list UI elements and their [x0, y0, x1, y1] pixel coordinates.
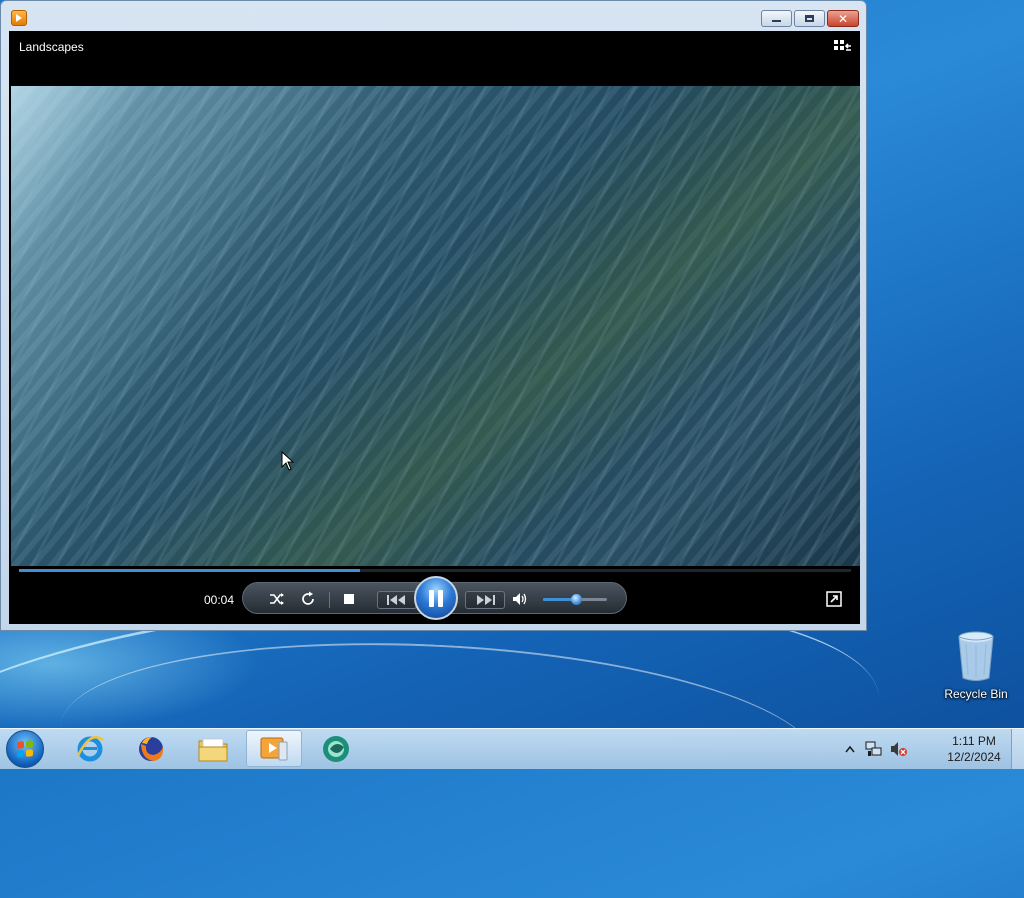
- clock[interactable]: 1:11 PM 12/2/2024: [940, 733, 1008, 765]
- shuffle-button[interactable]: [267, 590, 287, 608]
- pause-icon-bar: [438, 589, 443, 607]
- taskbar-firefox[interactable]: [123, 730, 179, 767]
- close-icon: ✕: [837, 11, 849, 26]
- taskbar-windows-explorer[interactable]: [185, 730, 241, 767]
- previous-button[interactable]: [377, 591, 417, 609]
- shuffle-icon: [270, 593, 284, 605]
- pause-icon: [429, 589, 434, 607]
- minimize-button[interactable]: [761, 10, 792, 27]
- switch-to-library-icon: [834, 40, 851, 51]
- taskbar-internet-explorer[interactable]: [62, 730, 118, 767]
- maximize-icon: [805, 15, 814, 22]
- repeat-icon: [302, 591, 314, 605]
- maximize-button[interactable]: [794, 10, 825, 27]
- volume-slider[interactable]: [543, 594, 607, 605]
- next-icon: [477, 595, 495, 605]
- media-player-icon: [260, 737, 288, 760]
- folder-icon: [198, 738, 228, 761]
- repeat-button[interactable]: [298, 590, 318, 608]
- recycle-bin-label: Recycle Bin: [944, 687, 1008, 701]
- mute-button[interactable]: [510, 590, 530, 608]
- pause-button[interactable]: [414, 576, 458, 620]
- recycle-bin-shortcut[interactable]: Recycle Bin: [940, 630, 1012, 701]
- clock-time: 1:11 PM: [952, 734, 996, 748]
- window-controls: ✕: [761, 10, 859, 27]
- elapsed-time: 00:04: [204, 593, 235, 607]
- chevron-up-icon: [845, 745, 855, 753]
- speaker-icon: [513, 593, 527, 605]
- network-tray-button[interactable]: [864, 740, 884, 758]
- recycle-bin-icon: [958, 631, 994, 681]
- taskbar-other-app[interactable]: [308, 730, 364, 767]
- full-screen-icon: [826, 591, 842, 607]
- seek-bar-progress: [19, 569, 361, 572]
- close-button[interactable]: ✕: [827, 10, 859, 27]
- stop-button[interactable]: [340, 591, 358, 607]
- switch-to-library-button[interactable]: [834, 40, 852, 54]
- previous-icon: [387, 595, 405, 605]
- windows-logo-icon: [17, 740, 33, 758]
- start-button[interactable]: [6, 730, 44, 768]
- taskbar-windows-media-player[interactable]: [246, 730, 302, 767]
- next-button[interactable]: [465, 591, 505, 609]
- network-icon: [865, 741, 882, 756]
- now-playing-header: Landscapes: [9, 31, 860, 86]
- green-app-icon: [323, 735, 349, 762]
- media-player-window[interactable]: ✕ Landscapes 00:04: [0, 0, 867, 631]
- control-separator: [329, 592, 330, 608]
- volume-slider-thumb[interactable]: [571, 594, 583, 605]
- firefox-icon: [139, 736, 164, 761]
- ie-icon: [76, 735, 104, 761]
- show-hidden-icons-button[interactable]: [844, 743, 856, 755]
- video-content: [11, 86, 860, 566]
- show-desktop-button[interactable]: [1011, 729, 1024, 769]
- minimize-icon: [772, 20, 781, 22]
- volume-muted-icon: [891, 742, 907, 756]
- media-player-app-icon[interactable]: [11, 10, 27, 26]
- mouse-cursor-icon: [281, 451, 295, 471]
- media-title: Landscapes: [19, 40, 84, 54]
- player-client-area: Landscapes 00:04: [9, 31, 860, 624]
- full-screen-button[interactable]: [826, 591, 842, 607]
- clock-date: 12/2/2024: [947, 750, 1001, 764]
- title-bar[interactable]: ✕: [1, 1, 866, 31]
- video-frame[interactable]: [11, 86, 860, 566]
- seek-bar[interactable]: [19, 569, 851, 572]
- volume-tray-button[interactable]: [889, 740, 909, 758]
- stop-icon: [344, 594, 354, 604]
- taskbar: 1:11 PM 12/2/2024: [0, 728, 1024, 769]
